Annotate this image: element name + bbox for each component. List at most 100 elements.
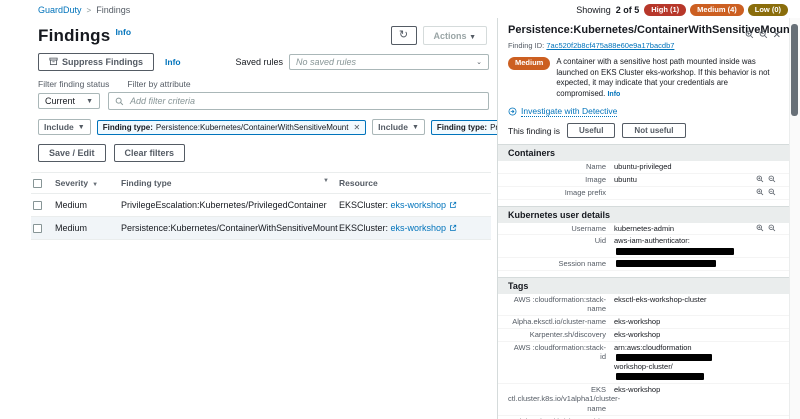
sort-icon[interactable]: ▼ [92,182,98,188]
table-row-1[interactable]: MediumPersistence:Kubernetes/ContainerWi… [31,217,491,240]
save-edit-button[interactable]: Save / Edit [38,144,106,162]
chevron-down-icon: ▼ [78,124,85,131]
finding-detail-panel: Persistence:Kubernetes/ContainerWithSens… [497,18,789,419]
remove-chip-icon[interactable]: ✕ [353,123,360,132]
chevron-down-icon: ▼ [469,34,476,41]
resource-link[interactable]: eks-workshop [391,200,447,210]
suppress-findings-button[interactable]: Suppress Findings [38,53,154,71]
description-info-link[interactable]: Info [607,91,620,98]
detail-value: kubernetes-admin [614,224,761,234]
finding-status-select[interactable]: Current ▼ [38,93,100,109]
filter-chips-row: Include▼Finding type:Persistence:Kuberne… [38,119,489,135]
include-select-0[interactable]: Include▼ [38,119,91,135]
section-header-tags: Tags [498,277,789,294]
detail-label: Session name [508,259,606,269]
badge-medium: Medium (4) [690,4,744,16]
actions-button[interactable]: Actions ▼ [423,26,487,45]
detail-row: Imageubuntu [498,174,789,187]
breadcrumb: GuardDuty > Findings [38,5,130,15]
cell-severity: Medium [55,223,121,233]
suppress-info-link[interactable]: Info [165,57,181,67]
saved-rules-placeholder: No saved rules [296,57,356,67]
zoom-in-icon[interactable] [756,224,764,235]
detail-row: Image prefix [498,187,789,200]
filter-criteria-placeholder: Add filter criteria [130,96,195,106]
clear-filters-button[interactable]: Clear filters [114,144,186,162]
chevron-down-icon: ▼ [86,98,93,105]
zoom-in-icon[interactable] [756,175,764,186]
page-title: FindingsInfo [38,26,131,46]
section-header-kubernetes-user-details: Kubernetes user details [498,206,789,223]
detail-value-text: eks-workshop [614,330,660,339]
filter-chip-0[interactable]: Finding type:Persistence:Kubernetes/Cont… [97,120,366,135]
findings-table-header: Severity▼ Finding type▼ Resource [31,173,491,194]
column-header-finding-type[interactable]: Finding type▼ [121,178,339,188]
include-select-1[interactable]: Include▼ [372,119,425,135]
close-icon[interactable]: ✕ [773,30,781,41]
finding-detail-sections: ContainersNameubuntu-privilegedImageubun… [498,144,789,419]
detail-label: AWS :cloudformation:stack-id [508,343,606,382]
chip-prefix: Finding type: [103,123,153,132]
include-label: Include [378,122,408,132]
detail-value: eks-workshop [614,330,761,340]
useful-button[interactable]: Useful [567,123,615,138]
badge-low: Low (0) [748,4,788,16]
zoom-out-icon[interactable] [768,224,776,235]
select-all-checkbox[interactable] [33,179,42,188]
column-header-severity[interactable]: Severity▼ [55,178,121,188]
table-row-0[interactable]: MediumPrivilegeEscalation:Kubernetes/Pri… [31,194,491,217]
detail-label: Uid [508,236,606,256]
feedback-label: This finding is [508,126,560,136]
detail-scrollbar-thumb[interactable] [791,24,798,116]
breadcrumb-current: Findings [96,5,130,15]
resource-link[interactable]: eks-workshop [391,223,447,233]
findings-table-body: MediumPrivilegeEscalation:Kubernetes/Pri… [31,194,491,240]
zoom-in-icon[interactable] [756,188,764,199]
cell-resource: EKSCluster: eks-workshop [339,223,491,233]
investigate-detective-link[interactable]: Investigate with Detective [521,106,617,117]
saved-rules-select[interactable]: No saved rules ⌄ [289,54,489,70]
sort-icon[interactable]: ▼ [323,178,329,188]
severity-badge: Medium [508,57,550,70]
column-header-resource[interactable]: Resource [339,178,491,188]
badge-high: High (1) [644,4,686,16]
severity-badges: High (1) Medium (4) Low (0) [644,4,788,16]
zoom-out-icon[interactable] [768,188,776,199]
detail-label: Username [508,224,606,234]
detail-row: Karpenter.sh/discoveryeks-workshop [498,329,789,342]
row-checkbox[interactable] [33,201,42,210]
refresh-button[interactable]: ↻ [391,26,417,45]
zoom-out-icon[interactable] [759,26,768,44]
section-header-containers: Containers [498,144,789,161]
detail-value: eks-workshop [614,385,761,414]
breadcrumb-guardduty-link[interactable]: GuardDuty [38,5,82,15]
showing-summary: Showing 2 of 5 High (1)Medium (4)Low (0) [576,4,788,16]
redacted-value [616,354,712,361]
detail-value-text: kubernetes-admin [614,224,674,233]
external-link-icon [449,201,457,209]
finding-id-link[interactable]: 7ac520f2b8cf475a88e60e9a17bacdb7 [546,41,674,50]
finding-alert: Medium A container with a sensitive host… [498,57,789,99]
zoom-out-icon[interactable] [768,175,776,186]
detail-value: eksctl-eks-workshop-cluster [614,295,761,315]
detail-row: Alpha.eksctl.io/cluster-nameeks-workshop [498,316,789,329]
redacted-value [616,260,716,267]
findings-panel: FindingsInfo ↻ Actions ▼ Suppress Findin… [0,18,497,419]
detail-value-text: arn:aws:cloudformation [614,343,692,352]
external-link-icon [449,224,457,232]
row-checkbox[interactable] [33,224,42,233]
detail-row: Nameubuntu-privileged [498,161,789,174]
detail-label: AWS :cloudformation:stack-name [508,295,606,315]
cell-finding-type: Persistence:Kubernetes/ContainerWithSens… [121,223,339,233]
zoom-in-icon[interactable] [745,26,754,44]
detail-label: Alpha.eksctl.io/cluster-name [508,317,606,327]
detail-label: Image prefix [508,188,606,198]
detail-row: Username kubernetes-admin [498,223,789,236]
detail-row: AWS :cloudformation:stack-name eksctl-eks… [498,294,789,317]
filter-criteria-input[interactable]: Add filter criteria [108,92,489,110]
title-info-link[interactable]: Info [115,27,131,37]
detail-value: aws-iam-authenticator: [614,236,761,256]
not-useful-button[interactable]: Not useful [622,123,685,138]
filter-status-label: Filter finding status [38,79,109,89]
redacted-value [616,248,734,255]
